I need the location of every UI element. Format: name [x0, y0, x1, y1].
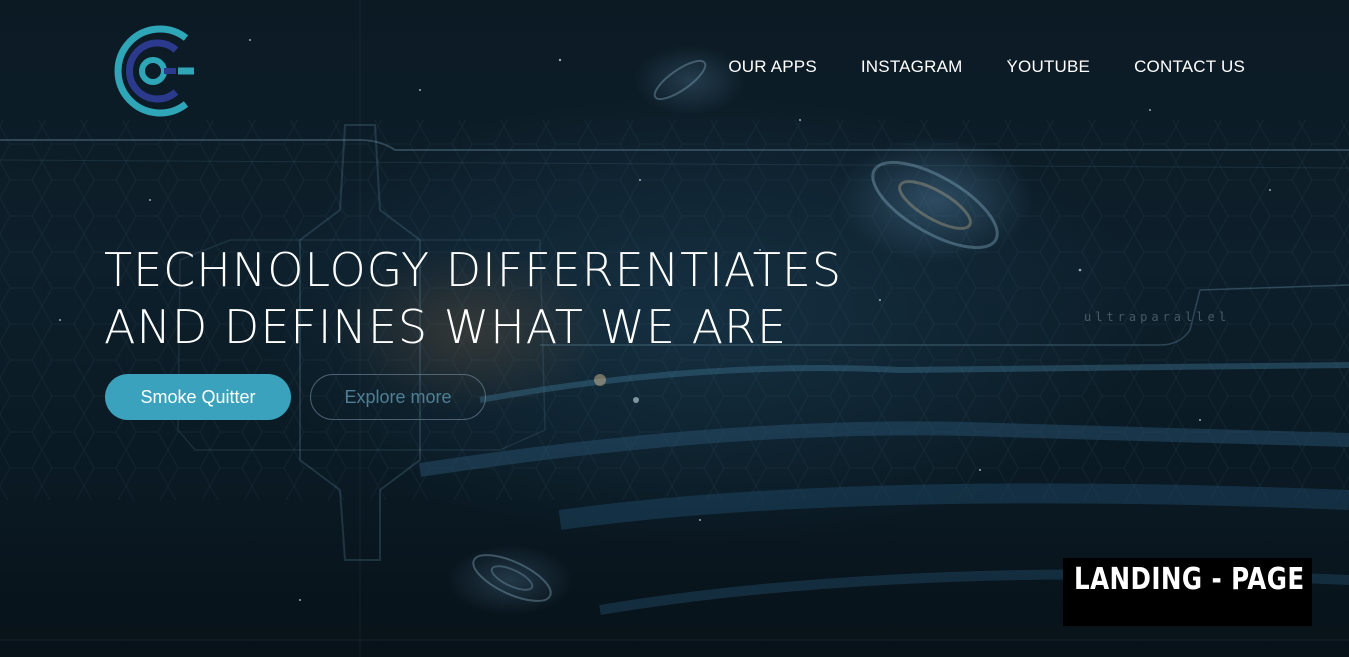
- landing-page-badge: LANDING - PAGE: [1063, 558, 1312, 626]
- smoke-quitter-button[interactable]: Smoke Quitter: [105, 374, 291, 420]
- background-watermark-text: ultraparallel: [1084, 310, 1230, 324]
- main-navigation: OUR APPS INSTAGRAM YOUTUBE CONTACT US: [728, 57, 1245, 77]
- concentric-c-logo-icon[interactable]: [106, 24, 200, 118]
- nav-item-our-apps[interactable]: OUR APPS: [728, 57, 817, 77]
- nav-item-contact-us[interactable]: CONTACT US: [1134, 57, 1245, 77]
- nav-item-youtube[interactable]: YOUTUBE: [1006, 57, 1090, 77]
- nav-item-instagram[interactable]: INSTAGRAM: [861, 57, 963, 77]
- explore-more-button[interactable]: Explore more: [310, 374, 486, 420]
- landing-page-label: LANDING - PAGE: [1074, 562, 1305, 597]
- headline-line-1: TECHNOLOGY DIFFERENTIATES: [104, 243, 843, 297]
- headline-line-2: AND DEFINES WHAT WE ARE: [104, 300, 788, 354]
- hero-headline: TECHNOLOGY DIFFERENTIATES AND DEFINES WH…: [104, 242, 842, 356]
